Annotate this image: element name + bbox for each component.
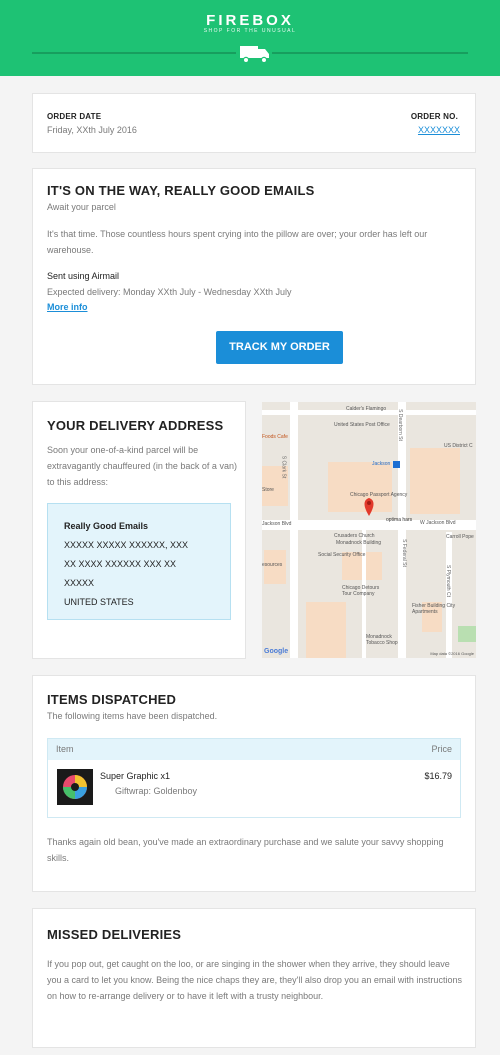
order-date-label: ORDER DATE — [47, 112, 102, 121]
items-title: ITEMS DISPATCHED — [47, 692, 177, 707]
map-label-fisher: Fisher Building City Apartments — [412, 603, 456, 615]
missed-deliveries-card: MISSED DELIVERIES If you pop out, get ca… — [32, 908, 476, 1048]
brand-tagline: SHOP FOR THE UNUSUAL — [203, 28, 297, 34]
map-street-clark: S Clark St — [280, 455, 287, 479]
address-line-2: XX XXXX XXXXXX XXX XX — [64, 559, 177, 569]
missed-text: If you pop out, get caught on the loo, o… — [47, 959, 462, 1001]
track-order-button[interactable]: TRACK MY ORDER — [216, 331, 343, 364]
item-giftwrap: Giftwrap: Goldenboy — [115, 786, 198, 796]
map-label-district: US District C — [444, 443, 473, 449]
delivery-address-card: YOUR DELIVERY ADDRESS Soon your one-of-a… — [32, 401, 246, 659]
address-title: YOUR DELIVERY ADDRESS — [47, 418, 224, 433]
items-table-header: Item Price — [48, 739, 460, 760]
map-label-crusaders: Crusaders Church — [334, 533, 375, 539]
address-name: Really Good Emails — [64, 521, 149, 531]
shipping-title: IT'S ON THE WAY, REALLY GOOD EMAILS — [47, 183, 315, 198]
more-info-link[interactable]: More info — [47, 302, 88, 312]
map-street-plymouth: S Plymouth Ct — [444, 565, 451, 597]
map-label-cafe: Foods Cafe — [262, 434, 288, 440]
header-bar: FIREBOX SHOP FOR THE UNUSUAL — [0, 0, 500, 76]
address-intro: Soon your one-of-a-kind parcel will be e… — [47, 445, 237, 487]
expected-delivery: Expected delivery: Monday XXth July - We… — [47, 287, 292, 297]
map-label-social-security: Social Security Office — [318, 552, 366, 558]
map-label-detours: Chicago Detours Tour Company — [342, 585, 380, 597]
map-street-dearborn: S Dearborn St — [396, 409, 403, 441]
address-line-1: XXXXX XXXXX XXXXXX, XXX — [64, 540, 189, 550]
col-price-label: Price — [431, 744, 452, 754]
map-label-post-office: United States Post Office — [334, 422, 390, 428]
map-street-federal: S Federal St — [400, 539, 407, 567]
item-price: $16.79 — [424, 771, 452, 781]
brand-logo[interactable]: FIREBOX — [0, 12, 500, 29]
map-label-passport: Chicago Passport Agency — [350, 492, 408, 498]
map-label-carroll: Carroll Pope — [446, 534, 474, 540]
delivery-map[interactable]: Calder's Flamingo United States Post Off… — [262, 402, 476, 658]
map-label-tobacco: Monadnock Tobacco Shop — [366, 634, 398, 646]
map-label-calder: Calder's Flamingo — [346, 406, 387, 412]
col-item-label: Item — [56, 744, 74, 754]
map-google-logo: Google — [264, 648, 289, 655]
product-thumbnail[interactable] — [57, 769, 93, 805]
map-graphic — [262, 402, 476, 658]
address-line-3: XXXXX — [64, 578, 95, 588]
map-label-store: Store — [262, 487, 274, 493]
address-country: UNITED STATES — [64, 597, 134, 607]
order-number-label: ORDER NO. — [410, 112, 458, 121]
order-date-value: Friday, XXth July 2016 — [47, 125, 137, 135]
order-number-link[interactable]: XXXXXXX — [418, 125, 460, 135]
delivery-van-icon — [236, 44, 272, 64]
product-image — [57, 769, 93, 805]
address-box: Really Good Emails XXXXX XXXXX XXXXXX, X… — [47, 503, 231, 620]
shipping-card: IT'S ON THE WAY, REALLY GOOD EMAILS Awai… — [32, 168, 476, 385]
map-label-jackson-blvd-west: Jackson Blvd — [262, 521, 292, 527]
items-table: Item Price Super Graphic x1 Giftwrap: Go… — [47, 738, 461, 818]
items-thanks: Thanks again old bean, you've made an ex… — [47, 837, 444, 863]
map-label-jackson: Jackson — [372, 461, 391, 467]
map-label-resources: esources — [262, 562, 283, 568]
order-info-card: ORDER DATE Friday, XXth July 2016 ORDER … — [32, 93, 476, 153]
item-name[interactable]: Super Graphic x1 — [100, 771, 170, 781]
items-subtitle: The following items have been dispatched… — [47, 711, 218, 721]
shipping-message: It's that time. Those countless hours sp… — [47, 229, 428, 255]
map-label-monadnock: Monadnock Building — [336, 540, 382, 546]
missed-title: MISSED DELIVERIES — [47, 927, 182, 942]
map-attribution: Map data ©2016 Google — [430, 651, 474, 656]
shipping-method: Sent using Airmail — [47, 271, 120, 281]
shipping-subtitle: Await your parcel — [47, 202, 116, 212]
map-label-optima: optima hars — [386, 517, 413, 523]
map-label-jackson-blvd: W Jackson Blvd — [420, 520, 456, 526]
